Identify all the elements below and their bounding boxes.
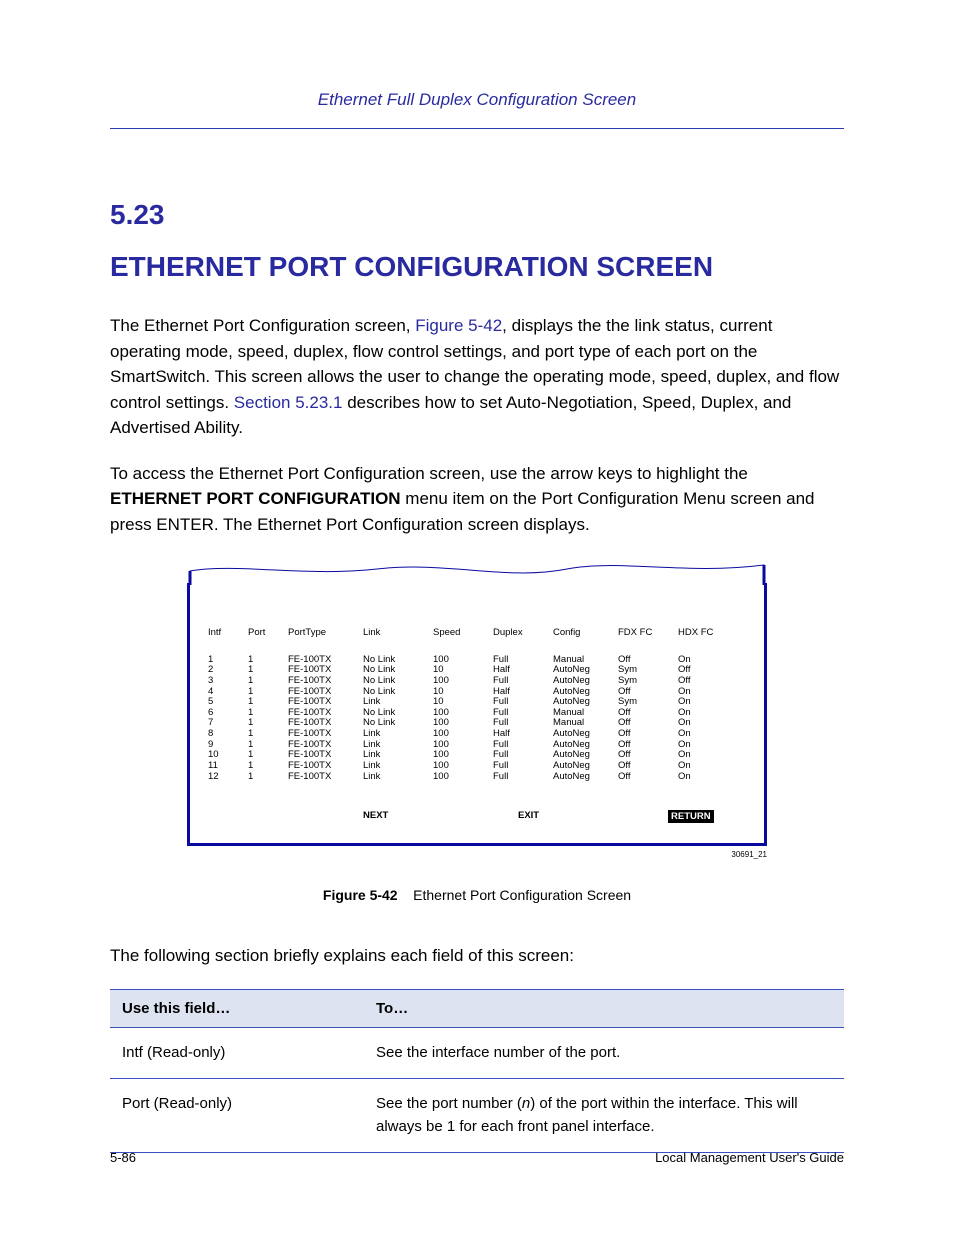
desc-table-header-row: Use this field… To… <box>110 989 844 1027</box>
terminal-footer: NEXT EXIT RETURN <box>208 810 746 825</box>
section-number: 5.23 <box>110 199 844 231</box>
doc-title-footer: Local Management User's Guide <box>655 1150 844 1165</box>
desc-th-use: Use this field… <box>110 989 364 1027</box>
terminal-cell: 100 <box>433 676 493 687</box>
next-button[interactable]: NEXT <box>363 810 518 823</box>
terminal-cell: 7 <box>208 718 248 729</box>
desc-to-intf: See the interface number of the port. <box>364 1027 844 1079</box>
terminal-cell: Link <box>363 772 433 783</box>
desc-to-port-em: n <box>522 1095 530 1112</box>
terminal-cell: 6 <box>208 708 248 719</box>
th-intf: Intf <box>208 628 248 639</box>
terminal-cell: 1 <box>248 772 288 783</box>
terminal-cell: On <box>678 761 738 772</box>
terminal-cell: Full <box>493 676 553 687</box>
terminal-cell: FE-100TX <box>288 761 363 772</box>
body-paragraph-1: The Ethernet Port Configuration screen, … <box>110 313 844 441</box>
th-port: Port <box>248 628 288 639</box>
terminal-cell: Full <box>493 772 553 783</box>
figure-xref-1[interactable]: Figure 5-42 <box>415 316 502 335</box>
terminal-cell: 12 <box>208 772 248 783</box>
terminal-body: Intf Port PortType Link Speed Duplex Con… <box>187 583 767 846</box>
return-button[interactable]: RETURN <box>668 810 714 823</box>
desc-use-intf: Intf (Read-only) <box>110 1027 364 1079</box>
terminal-cell: 1 <box>248 740 288 751</box>
th-duplex: Duplex <box>493 628 553 639</box>
desc-to-port-pre: See the port number ( <box>376 1095 522 1112</box>
body-paragraph-2: To access the Ethernet Port Configuratio… <box>110 461 844 538</box>
section-title: ETHERNET PORT CONFIGURATION SCREEN <box>110 251 844 283</box>
page-number: 5-86 <box>110 1150 136 1165</box>
desc-use-port: Port (Read-only) <box>110 1079 364 1153</box>
terminal-cell: 5 <box>208 697 248 708</box>
terminal-cell: 1 <box>248 665 288 676</box>
terminal-cell: Off <box>618 761 678 772</box>
description-table: Use this field… To… Intf (Read-only) See… <box>110 989 844 1154</box>
figure-caption-num: Figure 5-42 <box>323 887 398 903</box>
body-paragraph-3: The following section briefly explains e… <box>110 943 844 969</box>
terminal-cell: On <box>678 772 738 783</box>
figure-number-small: 30691_21 <box>187 850 767 859</box>
figure-terminal: Intf Port PortType Link Speed Duplex Con… <box>110 557 844 903</box>
terminal-cell: 2 <box>208 665 248 676</box>
terminal-cell: Sym <box>618 676 678 687</box>
terminal-cell: 1 <box>248 729 288 740</box>
th-ptype: PortType <box>288 628 363 639</box>
p2-bold: ETHERNET PORT CONFIGURATION <box>110 489 401 508</box>
terminal-cell: 4 <box>208 687 248 698</box>
terminal-row: 121FE-100TXLink100FullAutoNegOffOn <box>208 772 746 783</box>
spread-title: Ethernet Full Duplex Configuration Scree… <box>110 90 844 110</box>
top-rule <box>110 128 844 129</box>
p1-pre: The Ethernet Port Configuration screen, <box>110 316 415 335</box>
desc-th-to: To… <box>364 989 844 1027</box>
terminal-cell: 1 <box>248 750 288 761</box>
terminal-cell: 1 <box>208 655 248 666</box>
th-speed: Speed <box>433 628 493 639</box>
terminal-cell: 1 <box>248 676 288 687</box>
th-hdx: HDX FC <box>678 628 738 639</box>
figure-caption: Figure 5-42 Ethernet Port Configuration … <box>110 887 844 903</box>
th-link: Link <box>363 628 433 639</box>
terminal-header-row: Intf Port PortType Link Speed Duplex Con… <box>208 628 746 639</box>
figure-caption-text: Ethernet Port Configuration Screen <box>413 887 631 903</box>
th-config: Config <box>553 628 618 639</box>
terminal-cell: 1 <box>248 708 288 719</box>
terminal-cell: FE-100TX <box>288 772 363 783</box>
terminal-cell: 1 <box>248 761 288 772</box>
terminal-cell: 1 <box>248 655 288 666</box>
terminal-cell: 11 <box>208 761 248 772</box>
terminal-cell: 3 <box>208 676 248 687</box>
terminal-cell: AutoNeg <box>553 676 618 687</box>
terminal-cell: 8 <box>208 729 248 740</box>
torn-edge-icon <box>187 557 767 585</box>
page-footer: 5-86 Local Management User's Guide <box>110 1150 844 1165</box>
terminal-row: 31FE-100TXNo Link100FullAutoNegSymOff <box>208 676 746 687</box>
terminal-cell: 1 <box>248 718 288 729</box>
terminal-cell: 1 <box>248 697 288 708</box>
exit-button[interactable]: EXIT <box>518 810 668 823</box>
terminal-cell: 100 <box>433 772 493 783</box>
terminal-cell: FE-100TX <box>288 676 363 687</box>
terminal-cell: AutoNeg <box>553 772 618 783</box>
section-xref-1[interactable]: Section 5.23.1 <box>234 393 343 412</box>
terminal-cell: AutoNeg <box>553 761 618 772</box>
terminal-cell: 1 <box>248 687 288 698</box>
desc-to-port: See the port number (n) of the port with… <box>364 1079 844 1153</box>
table-row: Intf (Read-only) See the interface numbe… <box>110 1027 844 1079</box>
terminal-cell: Off <box>678 676 738 687</box>
terminal-cell: No Link <box>363 676 433 687</box>
terminal-cell: Full <box>493 761 553 772</box>
p2-pre: To access the Ethernet Port Configuratio… <box>110 464 748 483</box>
terminal-cell: Off <box>618 772 678 783</box>
terminal-row: 111FE-100TXLink100FullAutoNegOffOn <box>208 761 746 772</box>
th-fdx: FDX FC <box>618 628 678 639</box>
terminal-cell: 100 <box>433 761 493 772</box>
table-row: Port (Read-only) See the port number (n)… <box>110 1079 844 1153</box>
terminal-cell: Link <box>363 761 433 772</box>
